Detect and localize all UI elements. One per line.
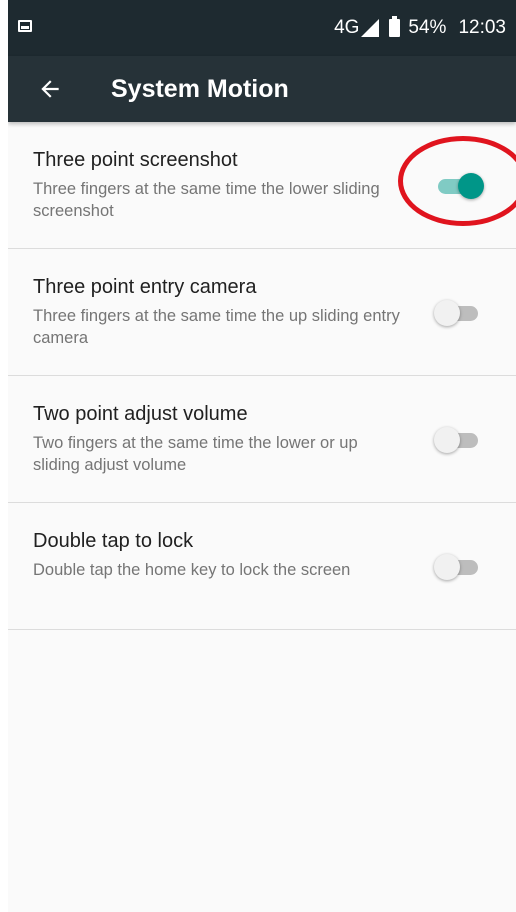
setting-title: Three point screenshot <box>33 149 238 171</box>
setting-three-point-screenshot[interactable]: Three point screenshot Three fingers at … <box>8 122 516 249</box>
arrow-left-icon <box>41 80 59 98</box>
settings-list: Three point screenshot Three fingers at … <box>8 122 516 630</box>
battery-icon <box>389 16 401 37</box>
toggle-thumb <box>434 554 460 580</box>
toggle-thumb <box>458 173 484 199</box>
setting-description: Three fingers at the same time the up sl… <box>33 307 400 347</box>
page-title: System Motion <box>111 75 289 103</box>
status-indicators: 4G 54% 12:03 <box>334 14 506 42</box>
status-bar: 4G 54% 12:03 <box>8 0 516 56</box>
setting-three-point-entry-camera[interactable]: Three point entry camera Three fingers a… <box>8 249 516 376</box>
setting-description: Double tap the home key to lock the scre… <box>33 561 351 579</box>
setting-description: Three fingers at the same time the lower… <box>33 180 380 220</box>
app-bar: System Motion <box>8 56 516 122</box>
three-point-screenshot-toggle[interactable] <box>434 172 486 200</box>
setting-title: Three point entry camera <box>33 276 257 298</box>
two-point-adjust-volume-toggle[interactable] <box>434 426 486 454</box>
three-point-entry-camera-toggle[interactable] <box>434 299 486 327</box>
clock: 12:03 <box>458 17 506 38</box>
double-tap-to-lock-toggle[interactable] <box>434 553 486 581</box>
back-button[interactable] <box>26 65 74 113</box>
signal-icon <box>361 19 380 37</box>
toggle-thumb <box>434 300 460 326</box>
setting-description: Two fingers at the same time the lower o… <box>33 434 358 474</box>
phone-screen: 4G 54% 12:03 System Motion Three point s… <box>8 0 516 912</box>
setting-two-point-adjust-volume[interactable]: Two point adjust volume Two fingers at t… <box>8 376 516 503</box>
setting-double-tap-to-lock[interactable]: Double tap to lock Double tap the home k… <box>8 503 516 630</box>
setting-title: Double tap to lock <box>33 530 194 552</box>
notification-icon <box>18 20 32 32</box>
setting-title: Two point adjust volume <box>33 403 248 425</box>
network-type: 4G <box>334 17 360 38</box>
toggle-thumb <box>434 427 460 453</box>
battery-percent: 54% <box>408 17 447 38</box>
